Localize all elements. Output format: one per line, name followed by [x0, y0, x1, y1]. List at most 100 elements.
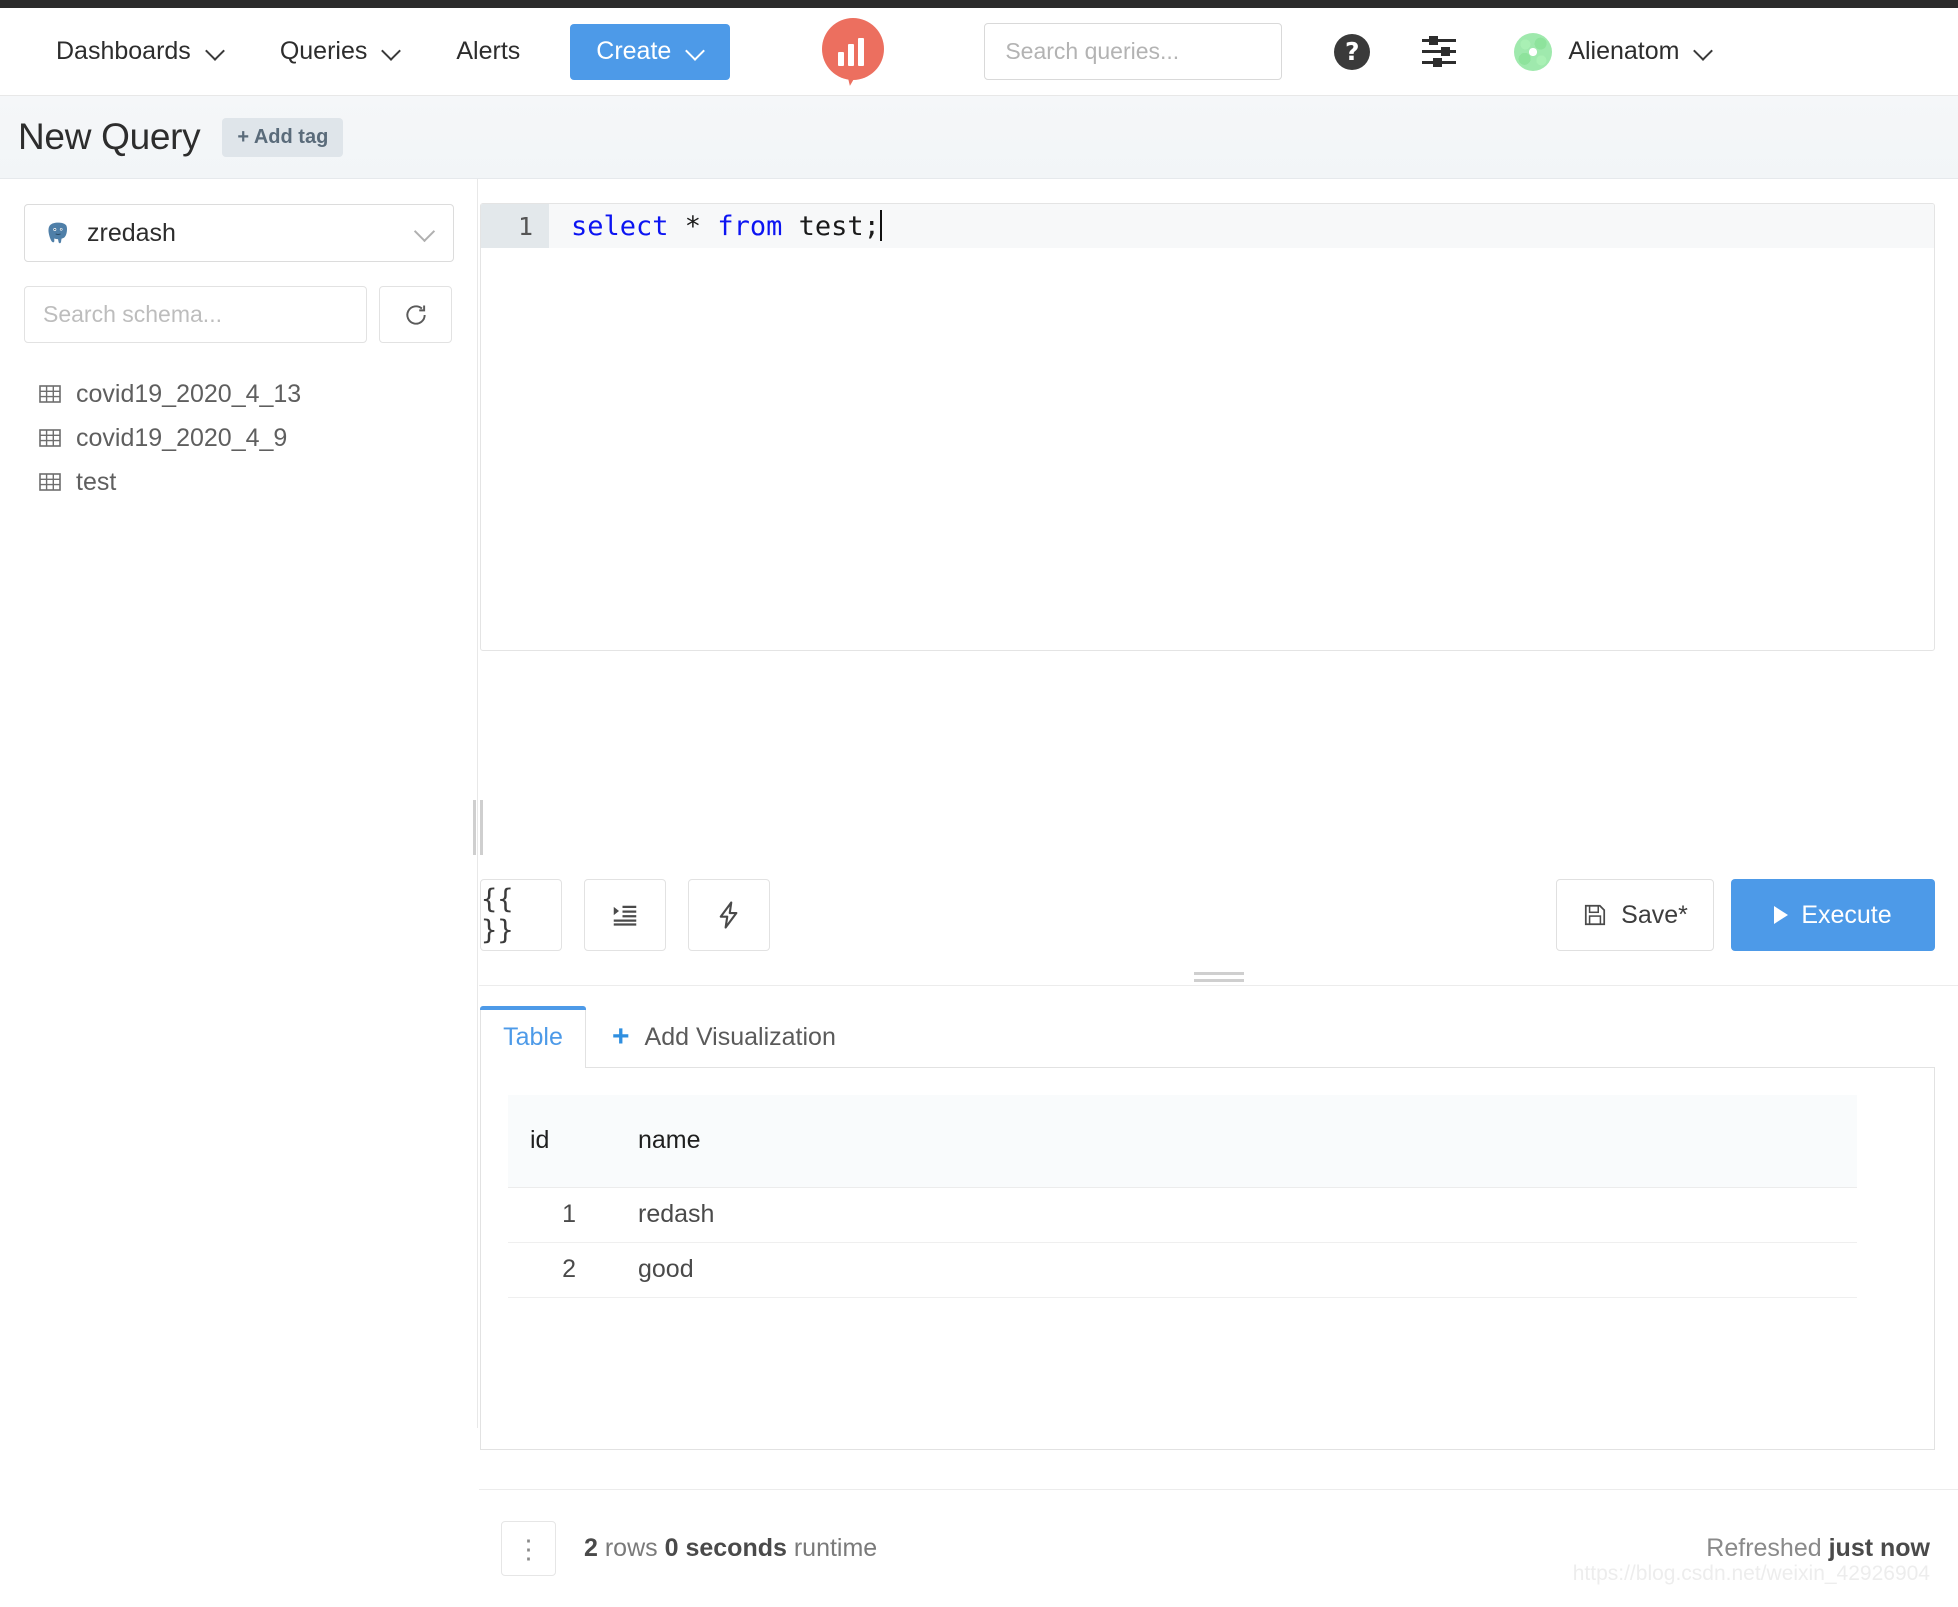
chevron-down-icon	[687, 43, 704, 60]
editor-toolbar: {{ }} Save* Execute	[480, 879, 1935, 951]
autocomplete-toggle-button[interactable]	[688, 879, 770, 951]
sql-editor[interactable]: 1 select * from test;	[480, 203, 1935, 651]
refreshed-value: just now	[1828, 1534, 1930, 1562]
table-row: 1 redash	[508, 1187, 1857, 1243]
column-header-id[interactable]: id	[508, 1095, 616, 1188]
logo-bars-shape	[838, 37, 865, 66]
schema-search-input[interactable]	[24, 286, 367, 343]
cell-id: 1	[508, 1187, 616, 1243]
refreshed-prefix: Refreshed	[1706, 1534, 1822, 1562]
lightning-bolt-icon	[719, 901, 738, 929]
chevron-down-icon	[383, 43, 400, 60]
rows-label: rows	[604, 1534, 658, 1562]
add-visualization-button[interactable]: + Add Visualization	[586, 1006, 862, 1068]
user-menu[interactable]: Alienatom	[1514, 32, 1712, 71]
play-icon	[1774, 906, 1789, 924]
page-watermark: https://blog.csdn.net/weixin_42926904	[1572, 1562, 1930, 1585]
chevron-down-icon	[415, 223, 435, 243]
datasource-name: zredash	[87, 218, 176, 247]
window-top-strip	[0, 0, 1958, 8]
save-button-label: Save*	[1621, 900, 1688, 929]
sql-token-plain: test;	[782, 211, 880, 242]
schema-table-item[interactable]: test	[24, 460, 453, 504]
page-title[interactable]: New Query	[18, 116, 201, 158]
results-table-head: id name	[508, 1095, 1857, 1188]
tab-table[interactable]: Table	[480, 1006, 586, 1068]
nav-item-alerts[interactable]: Alerts	[428, 37, 548, 66]
panel-divider	[479, 985, 1958, 986]
main-navbar: Dashboards Queries Alerts Create Search …	[0, 8, 1958, 96]
table-row: 2 good	[508, 1242, 1857, 1298]
runtime-label: runtime	[793, 1534, 878, 1562]
sql-token-plain: *	[668, 211, 718, 242]
schema-table-item[interactable]: covid19_2020_4_13	[24, 372, 453, 416]
sidebar-resize-handle[interactable]	[472, 797, 484, 857]
add-parameter-button[interactable]: {{ }}	[480, 879, 562, 951]
floppy-disk-icon	[1585, 904, 1606, 926]
table-icon	[39, 429, 61, 447]
search-queries-box[interactable]	[984, 23, 1302, 80]
text-caret	[879, 210, 882, 241]
nav-item-queries-label: Queries	[279, 37, 368, 65]
tab-table-label: Table	[503, 1023, 563, 1051]
runtime-value: 0 seconds	[664, 1534, 787, 1562]
results-stats: 2 rows 0 seconds runtime	[584, 1534, 877, 1563]
braces-icon: {{ }}	[481, 884, 514, 946]
editor-line-number: 1	[481, 204, 549, 248]
kebab-menu-icon[interactable]: ⋮	[501, 1521, 556, 1576]
user-avatar-identicon	[1514, 32, 1553, 71]
nav-item-alerts-label: Alerts	[456, 37, 521, 65]
results-table-body: 1 redash 2 good	[508, 1187, 1857, 1298]
cell-name: good	[616, 1242, 1857, 1298]
results-resize-handle[interactable]	[479, 969, 1958, 985]
nav-item-queries[interactable]: Queries	[252, 37, 429, 66]
refresh-icon	[405, 304, 426, 325]
query-main-panel: 1 select * from test; {{ }} Save* Execut…	[479, 179, 1958, 1585]
schema-table-label: covid19_2020_4_13	[76, 379, 302, 408]
help-circle-icon[interactable]: ?	[1334, 33, 1371, 70]
visualization-tabs: Table + Add Visualization	[480, 1006, 1935, 1068]
format-query-button[interactable]	[584, 879, 666, 951]
datasource-selector[interactable]: zredash	[24, 204, 454, 262]
schema-table-list: covid19_2020_4_13 covid19_2020_4_9 test	[24, 372, 453, 504]
postgresql-elephant-icon	[43, 218, 73, 248]
cell-id: 2	[508, 1242, 616, 1298]
schema-table-item[interactable]: covid19_2020_4_9	[24, 416, 453, 460]
refreshed-status: Refreshed just now https://blog.csdn.net…	[1573, 1534, 1930, 1585]
editor-line: 1 select * from test;	[481, 204, 1934, 248]
cell-name: redash	[616, 1187, 1857, 1243]
user-name-label: Alienatom	[1568, 37, 1680, 65]
execute-button-label: Execute	[1801, 900, 1892, 929]
redash-logo-icon[interactable]	[822, 17, 885, 88]
chevron-down-icon	[207, 43, 224, 60]
table-icon	[39, 473, 61, 491]
query-title-bar: New Query + Add tag	[0, 96, 1958, 179]
create-button-label: Create	[596, 37, 672, 65]
create-button[interactable]: Create	[570, 23, 731, 80]
results-panel: id name 1 redash 2 good	[480, 1068, 1935, 1450]
results-footer: ⋮ 2 rows 0 seconds runtime Refreshed jus…	[479, 1489, 1958, 1607]
schema-sidebar: zredash covid19_2020_4_13	[0, 179, 478, 1428]
execute-button[interactable]: Execute	[1731, 879, 1935, 951]
format-indent-icon	[613, 905, 637, 926]
refresh-schema-button[interactable]	[379, 286, 452, 343]
column-header-name[interactable]: name	[616, 1095, 1857, 1188]
navbar-left-group: Dashboards Queries Alerts Create Search …	[0, 17, 1742, 88]
sliders-settings-icon[interactable]	[1422, 35, 1458, 68]
table-icon	[39, 385, 61, 403]
nav-item-dashboards-label: Dashboards	[56, 37, 191, 65]
add-tag-button[interactable]: + Add tag	[222, 117, 344, 157]
table-header-row: id name	[508, 1095, 1857, 1188]
schema-table-label: test	[76, 467, 117, 496]
editor-code-content: select * from test;	[549, 210, 882, 242]
results-table: id name 1 redash 2 good	[508, 1095, 1857, 1298]
plus-icon: +	[612, 1020, 630, 1053]
rows-count: 2	[584, 1534, 598, 1562]
search-input[interactable]	[1005, 38, 1302, 65]
sql-token-keyword: select	[571, 211, 669, 242]
schema-table-label: covid19_2020_4_9	[76, 423, 288, 452]
nav-item-dashboards[interactable]: Dashboards	[28, 37, 252, 66]
save-button[interactable]: Save*	[1556, 879, 1714, 951]
chevron-down-icon	[1695, 43, 1712, 60]
sql-token-keyword: from	[717, 211, 783, 242]
